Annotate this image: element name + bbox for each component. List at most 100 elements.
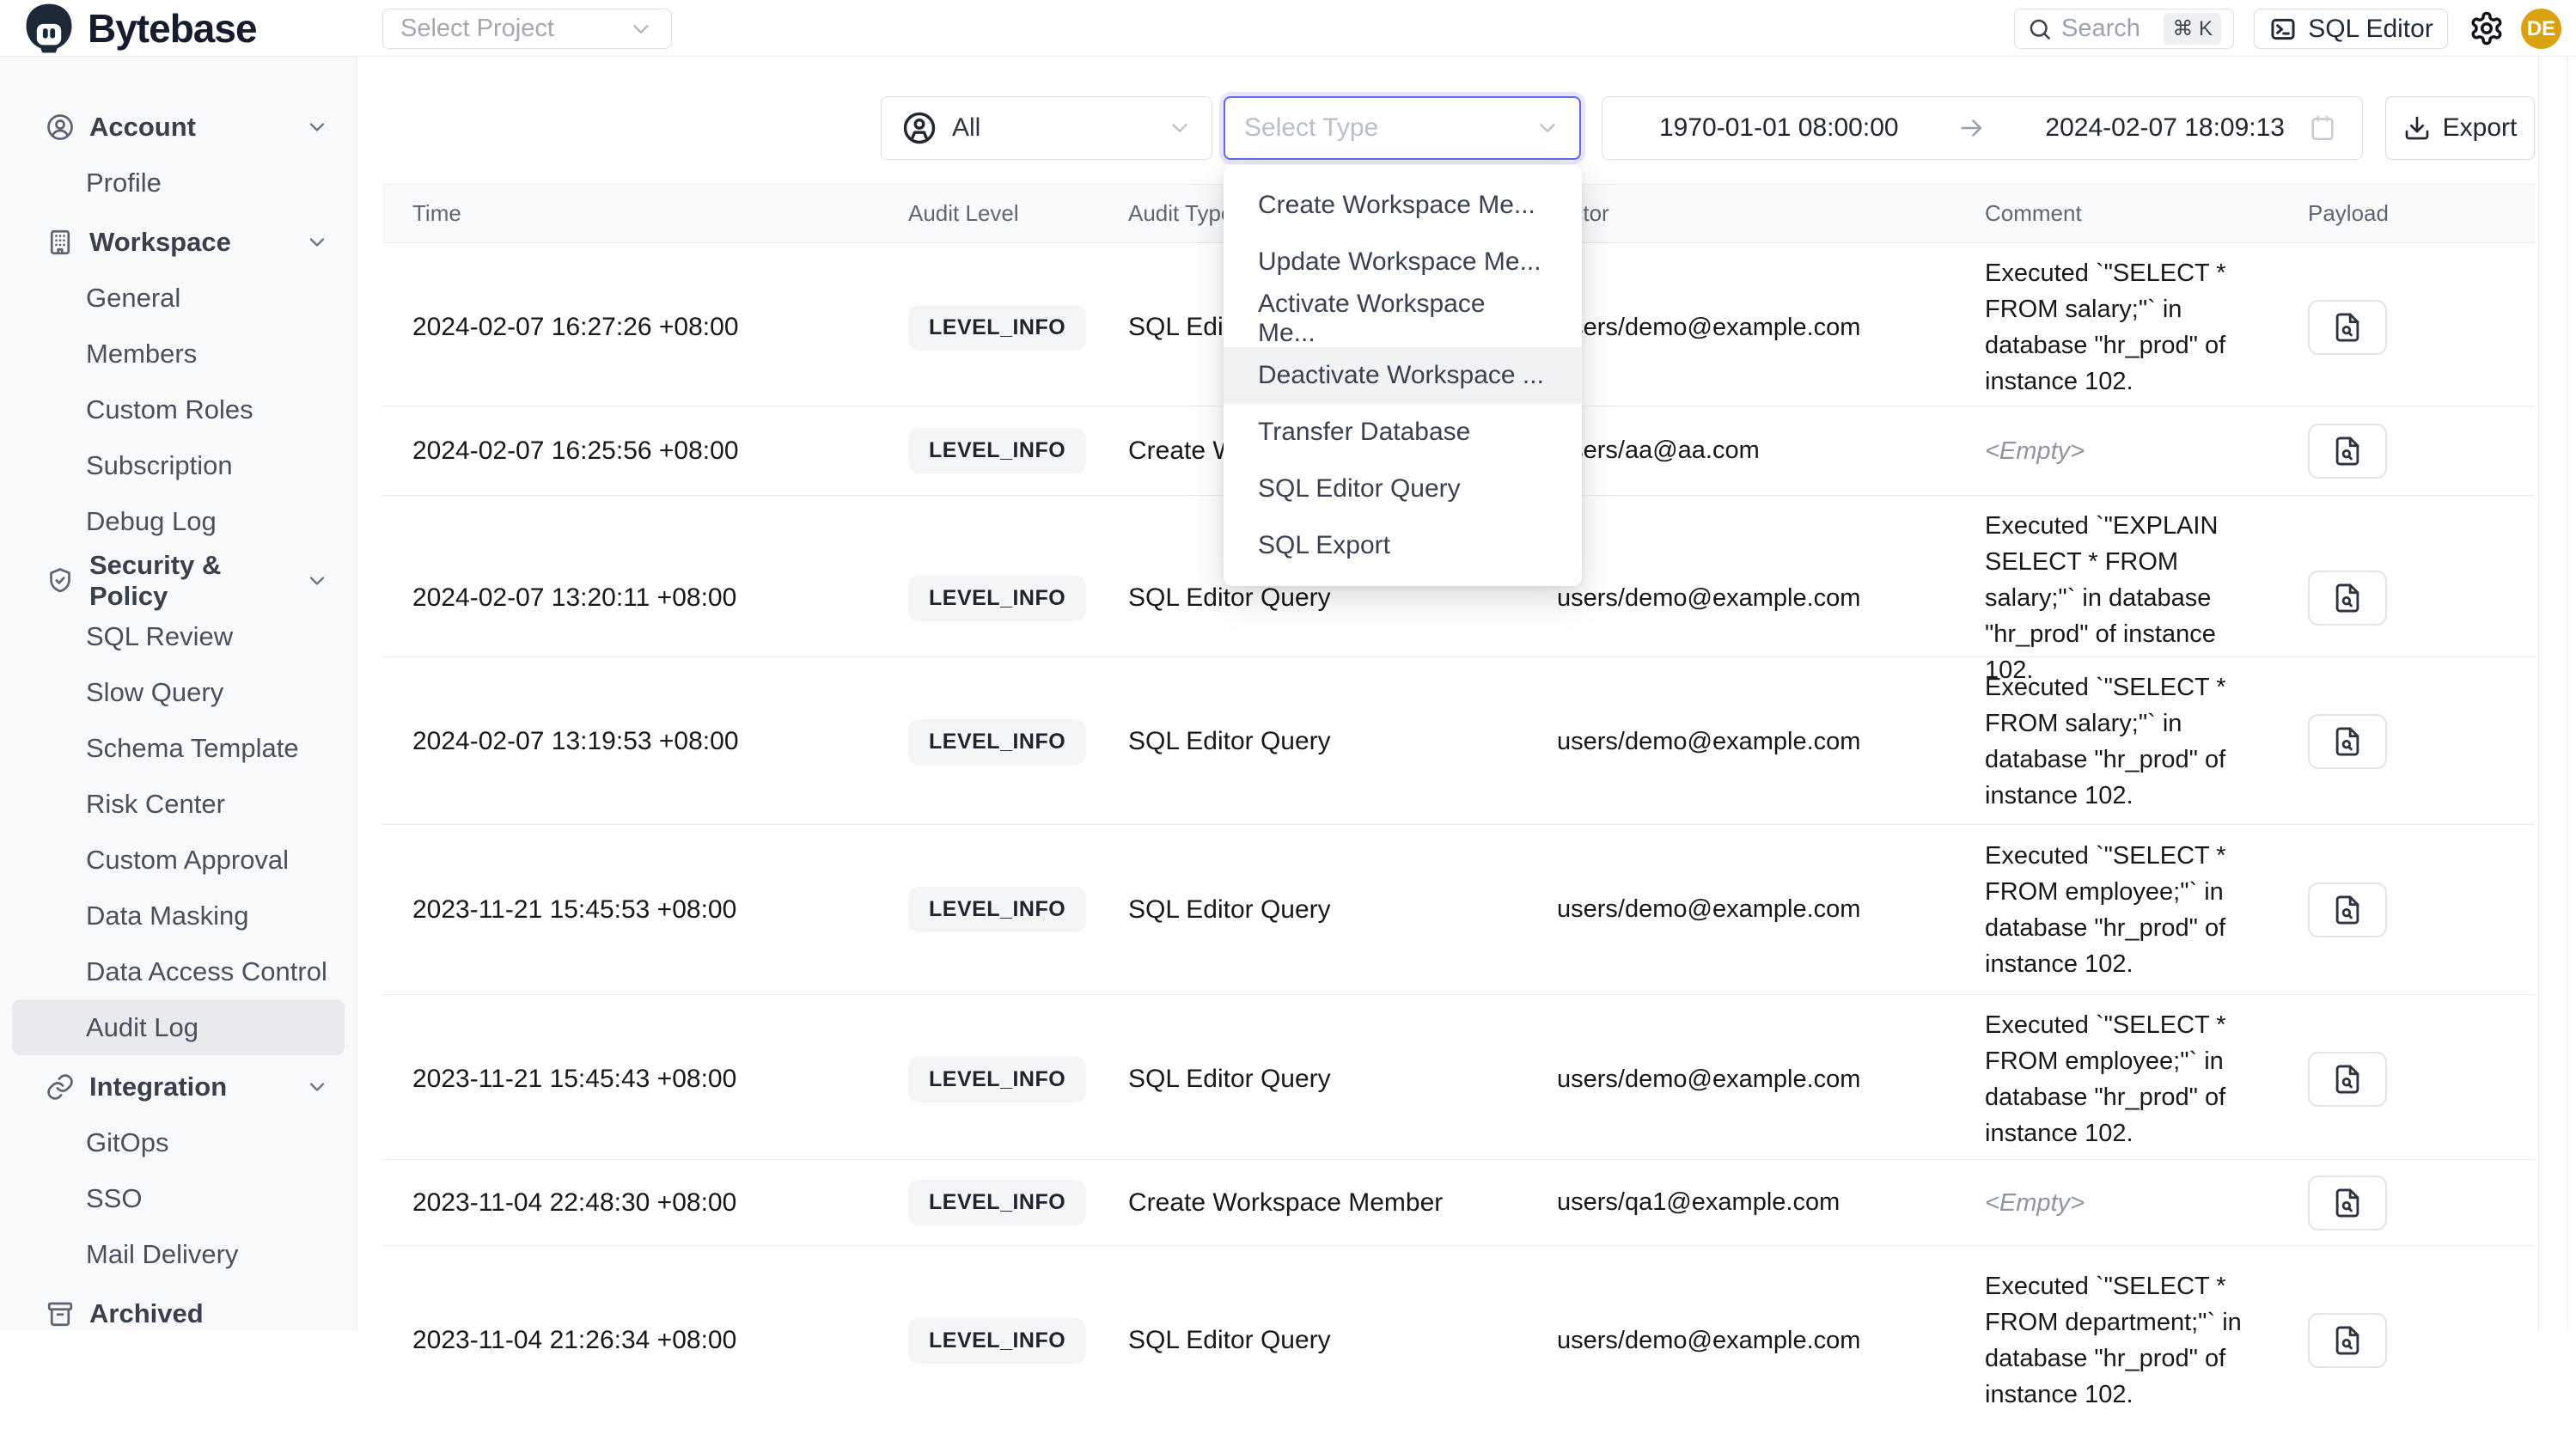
bytebase-logo-icon xyxy=(22,2,76,55)
menu-item-activate-workspace-member[interactable]: Activate Workspace Me... xyxy=(1224,290,1582,347)
cell-audit-type: SQL Editor Query xyxy=(1128,727,1557,756)
sidebar-item-risk-center[interactable]: Risk Center xyxy=(12,776,345,832)
sidebar-item-audit-log[interactable]: Audit Log xyxy=(12,999,345,1055)
table-row: 2023-11-21 15:45:43 +08:00 LEVEL_INFO SQ… xyxy=(382,995,2535,1160)
date-to-value[interactable]: 2024-02-07 18:09:13 xyxy=(2045,113,2285,143)
sidebar-item-schema-template[interactable]: Schema Template xyxy=(12,720,345,776)
menu-item-update-workspace-member[interactable]: Update Workspace Me... xyxy=(1224,234,1582,290)
sidebar-item-workspace[interactable]: Workspace xyxy=(12,214,345,270)
type-filter-select[interactable]: Select Type xyxy=(1224,96,1581,160)
bytebase-logo[interactable]: Bytebase xyxy=(22,0,257,57)
cell-comment: Executed `"SELECT * FROM department;"` i… xyxy=(1985,1256,2270,1425)
sidebar-item-mail-delivery[interactable]: Mail Delivery xyxy=(12,1226,345,1282)
payload-view-button[interactable] xyxy=(2308,1175,2387,1230)
audit-level-badge: LEVEL_INFO xyxy=(908,887,1086,932)
sidebar-item-general[interactable]: General xyxy=(12,270,345,326)
cell-actor: users/aa@aa.com xyxy=(1557,437,1985,465)
sidebar-item-members[interactable]: Members xyxy=(12,326,345,382)
sidebar-item-integration[interactable]: Integration xyxy=(12,1059,345,1114)
cell-time: 2024-02-07 16:25:56 +08:00 xyxy=(382,437,908,466)
audit-level-badge: LEVEL_INFO xyxy=(908,428,1086,473)
export-label: Export xyxy=(2443,113,2518,143)
terminal-icon xyxy=(2268,15,2298,44)
sidebar-item-security-policy[interactable]: Security & Policy xyxy=(12,553,345,608)
sidebar-item-profile[interactable]: Profile xyxy=(12,155,345,211)
chevron-down-icon xyxy=(1167,115,1193,141)
calendar-icon xyxy=(2307,113,2338,144)
column-header-audit-level: Audit Level xyxy=(908,200,1128,227)
sql-editor-button[interactable]: SQL Editor xyxy=(2254,9,2448,49)
sidebar-item-subscription[interactable]: Subscription xyxy=(12,437,345,493)
payload-view-button[interactable] xyxy=(2308,300,2387,355)
cell-time: 2023-11-21 15:45:53 +08:00 xyxy=(382,895,908,925)
payload-view-button[interactable] xyxy=(2308,714,2387,769)
cell-actor: users/demo@example.com xyxy=(1557,728,1985,756)
user-circle-icon xyxy=(900,109,938,147)
sidebar-item-gitops[interactable]: GitOps xyxy=(12,1114,345,1170)
table-row: 2024-02-07 13:19:53 +08:00 LEVEL_INFO SQ… xyxy=(382,657,2535,825)
cell-audit-type: Create Workspace Member xyxy=(1128,1188,1557,1218)
audit-level-badge: LEVEL_INFO xyxy=(908,576,1086,621)
chevron-down-icon xyxy=(305,115,329,139)
date-range-picker[interactable]: 1970-01-01 08:00:00 2024-02-07 18:09:13 xyxy=(1602,96,2363,160)
sidebar-item-data-access-control[interactable]: Data Access Control xyxy=(12,943,345,999)
sidebar-item-sso[interactable]: SSO xyxy=(12,1170,345,1226)
column-header-comment: Comment xyxy=(1985,200,2308,227)
cell-time: 2024-02-07 13:19:53 +08:00 xyxy=(382,727,908,756)
sidebar-item-custom-approval[interactable]: Custom Approval xyxy=(12,832,345,888)
audit-level-badge: LEVEL_INFO xyxy=(908,305,1086,351)
actor-filter-value: All xyxy=(952,113,1153,143)
cell-time: 2023-11-04 22:48:30 +08:00 xyxy=(382,1188,908,1218)
search-shortcut-kbd: ⌘ K xyxy=(2164,13,2221,45)
project-select-placeholder: Select Project xyxy=(400,15,628,43)
user-avatar[interactable]: DE xyxy=(2521,9,2561,49)
cell-comment: Executed `"SELECT * FROM salary;"` in da… xyxy=(1985,243,2270,412)
audit-level-badge: LEVEL_INFO xyxy=(908,719,1086,765)
actor-filter-select[interactable]: All xyxy=(881,96,1212,160)
menu-item-sql-export[interactable]: SQL Export xyxy=(1224,517,1582,574)
table-row: 2023-11-04 21:26:34 +08:00 LEVEL_INFO SQ… xyxy=(382,1246,2535,1435)
cell-audit-type: SQL Editor Query xyxy=(1128,583,1557,613)
sidebar-item-account[interactable]: Account xyxy=(12,99,345,155)
column-header-time: Time xyxy=(382,200,908,227)
search-placeholder: Search xyxy=(2061,15,2155,43)
chevron-down-icon xyxy=(628,16,654,42)
scrollbar-track[interactable] xyxy=(2567,57,2568,1330)
menu-item-sql-editor-query[interactable]: SQL Editor Query xyxy=(1224,461,1582,517)
cell-actor: users/demo@example.com xyxy=(1557,895,1985,924)
cell-comment: Executed `"SELECT * FROM employee;"` in … xyxy=(1985,995,2270,1163)
sidebar-item-data-masking[interactable]: Data Masking xyxy=(12,888,345,943)
shield-check-icon xyxy=(45,565,76,596)
sidebar-item-label: Archived xyxy=(89,1298,204,1329)
sidebar-item-archived[interactable]: Archived xyxy=(12,1285,345,1341)
sidebar-item-debug-log[interactable]: Debug Log xyxy=(12,493,345,549)
building-icon xyxy=(45,227,76,258)
search-input[interactable]: Search ⌘ K xyxy=(2014,9,2234,49)
payload-view-button[interactable] xyxy=(2308,1313,2387,1368)
type-filter-placeholder: Select Type xyxy=(1244,113,1535,143)
sidebar-item-slow-query[interactable]: Slow Query xyxy=(12,664,345,720)
date-from-value[interactable]: 1970-01-01 08:00:00 xyxy=(1659,113,1899,143)
settings-gear-icon[interactable] xyxy=(2468,9,2506,47)
sidebar-item-label: Account xyxy=(89,112,196,143)
sidebar-item-label: Integration xyxy=(89,1072,227,1102)
chevron-down-icon xyxy=(305,1075,329,1099)
chevron-down-icon xyxy=(1535,115,1560,141)
payload-view-button[interactable] xyxy=(2308,1052,2387,1107)
project-select[interactable]: Select Project xyxy=(382,9,672,49)
download-icon xyxy=(2403,114,2431,142)
menu-item-create-workspace-member[interactable]: Create Workspace Me... xyxy=(1224,177,1582,234)
column-header-payload: Payload xyxy=(2308,200,2535,227)
sidebar-item-sql-review[interactable]: SQL Review xyxy=(12,608,345,664)
user-circle-icon xyxy=(45,112,76,143)
sidebar-item-label: Workspace xyxy=(89,227,231,258)
export-button[interactable]: Export xyxy=(2385,96,2535,160)
sidebar-item-custom-roles[interactable]: Custom Roles xyxy=(12,382,345,437)
payload-view-button[interactable] xyxy=(2308,571,2387,626)
payload-view-button[interactable] xyxy=(2308,882,2387,937)
menu-item-transfer-database[interactable]: Transfer Database xyxy=(1224,404,1582,461)
cell-actor: users/demo@example.com xyxy=(1557,584,1985,613)
menu-item-deactivate-workspace-member[interactable]: Deactivate Workspace ... xyxy=(1224,347,1582,404)
cell-comment: Executed `"SELECT * FROM employee;"` in … xyxy=(1985,826,2270,994)
payload-view-button[interactable] xyxy=(2308,424,2387,479)
